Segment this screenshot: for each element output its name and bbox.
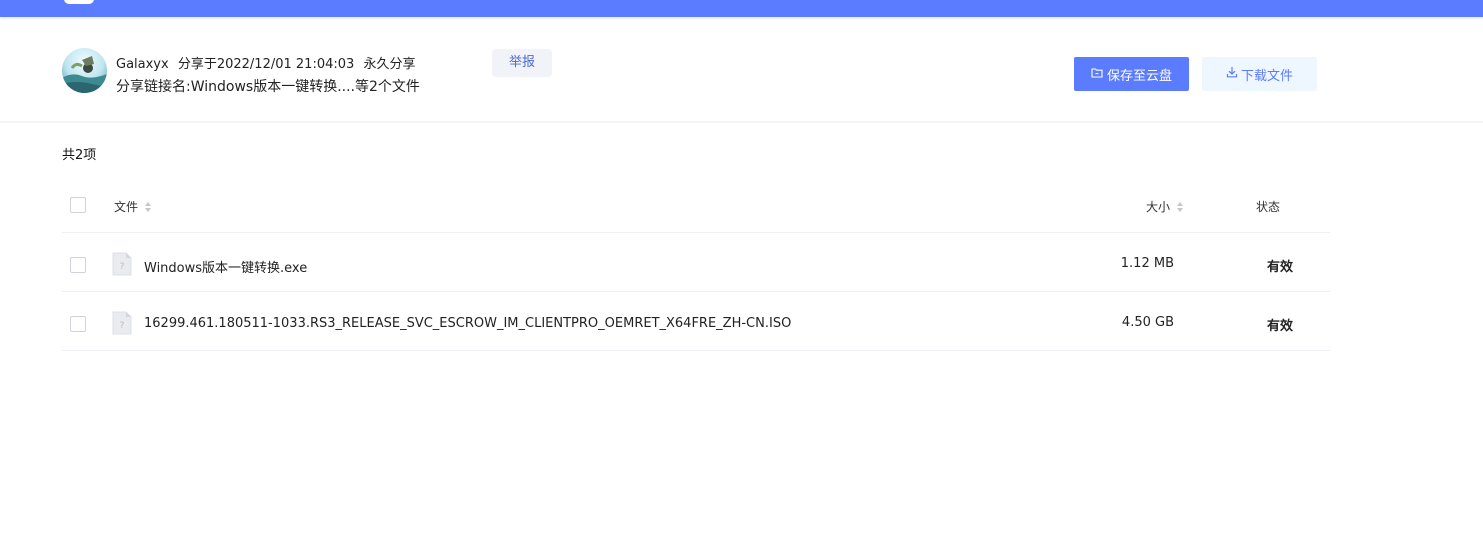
column-header-size[interactable]: 大小: [1146, 198, 1184, 215]
file-name[interactable]: 16299.461.180511-1033.RS3_RELEASE_SVC_ES…: [144, 316, 791, 331]
download-icon: [1226, 66, 1238, 82]
column-header-status: 状态: [1256, 200, 1281, 214]
download-file-label: 下载文件: [1240, 68, 1293, 84]
unknown-file-icon: ?: [112, 311, 132, 335]
avatar: [62, 48, 107, 93]
top-navigation-bar: [0, 0, 1483, 17]
save-to-cloud-label: 保存至云盘: [1106, 68, 1172, 84]
file-name[interactable]: Windows版本一键转换.exe: [144, 257, 307, 276]
table-header-row: 文件 大小 状态: [62, 180, 1330, 233]
column-header-file[interactable]: 文件: [114, 198, 152, 215]
sharer-info-line: Galaxyx 分享于2022/12/01 21:04:03 永久分享: [116, 53, 420, 72]
share-validity: 永久分享: [363, 57, 416, 72]
column-header-size-label: 大小: [1146, 200, 1171, 214]
app-logo[interactable]: [64, 0, 94, 4]
save-to-cloud-button[interactable]: 保存至云盘: [1074, 57, 1189, 91]
row-checkbox[interactable]: [70, 316, 86, 332]
row-checkbox[interactable]: [70, 257, 86, 273]
download-file-button[interactable]: 下载文件: [1202, 57, 1317, 91]
file-status: 有效: [1266, 319, 1293, 334]
file-status: 有效: [1266, 260, 1293, 275]
share-info-header: Galaxyx 分享于2022/12/01 21:04:03 永久分享 分享链接…: [0, 17, 1483, 123]
select-all-checkbox[interactable]: [70, 197, 86, 213]
sharer-name: Galaxyx: [116, 57, 169, 72]
share-link-name: 分享链接名:Windows版本一键转换....等2个文件: [116, 79, 420, 95]
total-count: 共2项: [62, 148, 97, 163]
file-size: 1.12 MB: [1120, 256, 1174, 271]
file-list-table: 文件 大小 状态 ? Windows版本一键转换.exe 1.12 MB 有效 …: [62, 180, 1330, 351]
table-row[interactable]: ? 16299.461.180511-1033.RS3_RELEASE_SVC_…: [62, 292, 1330, 351]
svg-text:?: ?: [120, 262, 125, 272]
share-time: 分享于2022/12/01 21:04:03: [177, 57, 355, 72]
sort-icon: [144, 200, 152, 214]
svg-text:?: ?: [120, 321, 125, 331]
table-row[interactable]: ? Windows版本一键转换.exe 1.12 MB 有效: [62, 233, 1330, 292]
folder-icon: [1091, 67, 1103, 82]
file-size: 4.50 GB: [1121, 315, 1174, 330]
report-button[interactable]: 举报: [492, 49, 552, 77]
column-header-file-label: 文件: [114, 200, 139, 214]
unknown-file-icon: ?: [112, 252, 132, 276]
sort-icon: [1176, 200, 1184, 214]
